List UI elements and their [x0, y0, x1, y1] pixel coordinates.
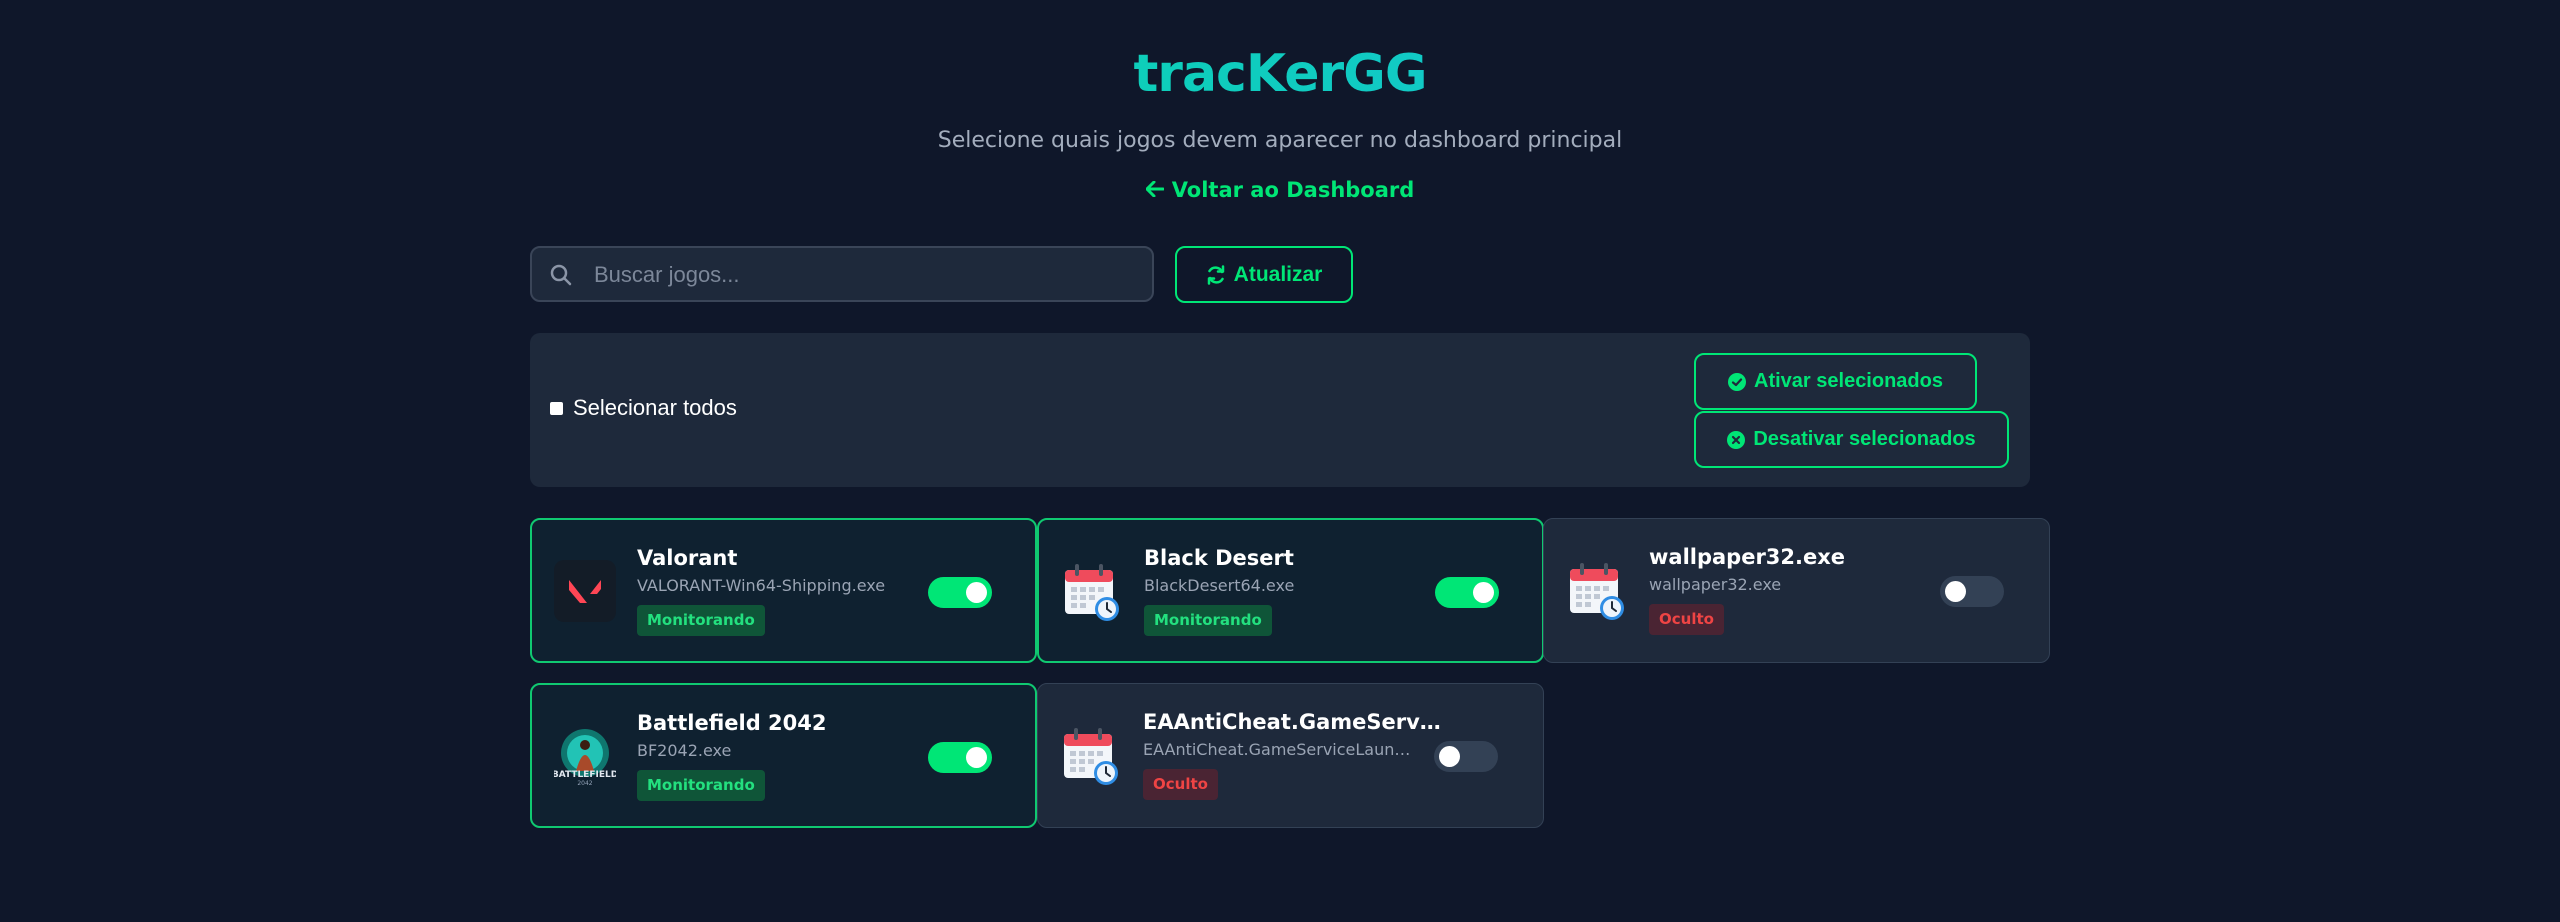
valorant-icon	[554, 560, 616, 622]
game-exe: BF2042.exe	[637, 741, 732, 760]
status-badge: Oculto	[1143, 769, 1218, 800]
refresh-icon	[1207, 264, 1224, 285]
status-badge: Monitorando	[637, 605, 765, 636]
game-card[interactable]: BATTLEFIELD 2042 Battlefield 2042 BF2042…	[530, 683, 1037, 828]
game-exe: BlackDesert64.exe	[1144, 576, 1295, 595]
activate-selected-label: Ativar selecionados	[1754, 370, 1943, 392]
app-title: tracKerGG	[0, 44, 2560, 104]
search-icon	[550, 264, 572, 286]
monitor-toggle[interactable]	[928, 742, 992, 773]
game-card[interactable]: Black Desert BlackDesert64.exe Monitoran…	[1037, 518, 1544, 663]
battlefield-icon: BATTLEFIELD 2042	[552, 725, 618, 787]
game-name: Valorant	[637, 546, 738, 570]
svg-text:2042: 2042	[577, 780, 592, 787]
back-to-dashboard-link[interactable]: Voltar ao Dashboard	[0, 178, 2560, 202]
game-card[interactable]: wallpaper32.exe wallpaper32.exe Oculto	[1543, 518, 2050, 663]
game-card[interactable]: Valorant VALORANT-Win64-Shipping.exe Mon…	[530, 518, 1037, 663]
check-circle-icon	[1728, 372, 1747, 391]
bulk-actions-panel: Selecionar todos Ativar selecionados Des…	[530, 333, 2030, 487]
x-circle-icon	[1727, 430, 1746, 449]
toggle-knob	[966, 582, 987, 603]
status-badge: Monitorando	[637, 770, 765, 801]
select-all-checkbox[interactable]	[550, 401, 563, 415]
game-name: EAAntiCheat.GameServic...	[1143, 710, 1443, 734]
monitor-toggle[interactable]	[1434, 741, 1498, 772]
select-all-label: Selecionar todos	[573, 395, 737, 420]
back-link-label: Voltar ao Dashboard	[1171, 178, 1415, 202]
game-name: Battlefield 2042	[637, 711, 827, 735]
calendar-clock-icon	[1060, 724, 1122, 786]
toggle-knob	[1473, 582, 1494, 603]
game-exe: wallpaper32.exe	[1649, 575, 1782, 594]
game-card[interactable]: EAAntiCheat.GameServic... EAAntiCheat.Ga…	[1037, 683, 1544, 828]
search-input[interactable]	[592, 256, 1136, 294]
toggle-knob	[1945, 581, 1966, 602]
calendar-clock-icon	[1566, 559, 1628, 621]
game-name: Black Desert	[1144, 546, 1294, 570]
calendar-clock-icon	[1061, 560, 1123, 622]
refresh-button-label: Atualizar	[1233, 262, 1323, 286]
game-exe: VALORANT-Win64-Shipping.exe	[637, 576, 886, 595]
toggle-knob	[1439, 746, 1460, 767]
battlefield-logo-text: BATTLEFIELD	[554, 770, 616, 780]
status-badge: Oculto	[1649, 604, 1724, 635]
page-subtitle: Selecione quais jogos devem aparecer no …	[937, 128, 1623, 153]
search-box	[530, 246, 1154, 302]
select-all-control[interactable]: Selecionar todos	[550, 395, 737, 421]
game-exe: EAAntiCheat.GameServiceLaunc...	[1143, 740, 1413, 759]
arrow-left-icon	[1145, 178, 1165, 202]
monitor-toggle[interactable]	[928, 577, 992, 608]
refresh-button[interactable]: Atualizar	[1175, 246, 1353, 303]
deactivate-selected-label: Desativar selecionados	[1753, 428, 1976, 450]
deactivate-selected-button[interactable]: Desativar selecionados	[1694, 411, 2009, 468]
monitor-toggle[interactable]	[1435, 577, 1499, 608]
game-name: wallpaper32.exe	[1649, 545, 1846, 569]
toggle-knob	[966, 747, 987, 768]
activate-selected-button[interactable]: Ativar selecionados	[1694, 353, 1977, 410]
monitor-toggle[interactable]	[1940, 576, 2004, 607]
status-badge: Monitorando	[1144, 605, 1272, 636]
